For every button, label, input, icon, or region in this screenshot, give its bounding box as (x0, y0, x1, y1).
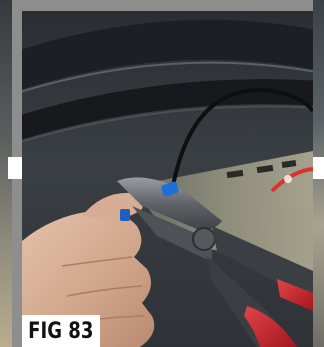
photo-illustration (22, 11, 313, 347)
figure-badge: FIG 83 (22, 315, 100, 347)
figure-label: FIG 83 (28, 318, 94, 344)
blue-connector-left (120, 209, 130, 221)
frame-divider-left (8, 157, 22, 179)
plier-pivot (192, 227, 216, 251)
frame-divider-right (313, 157, 324, 179)
photo (22, 11, 313, 347)
figure-stage: FIG 83 (0, 0, 324, 347)
red-wire-end (284, 175, 292, 183)
